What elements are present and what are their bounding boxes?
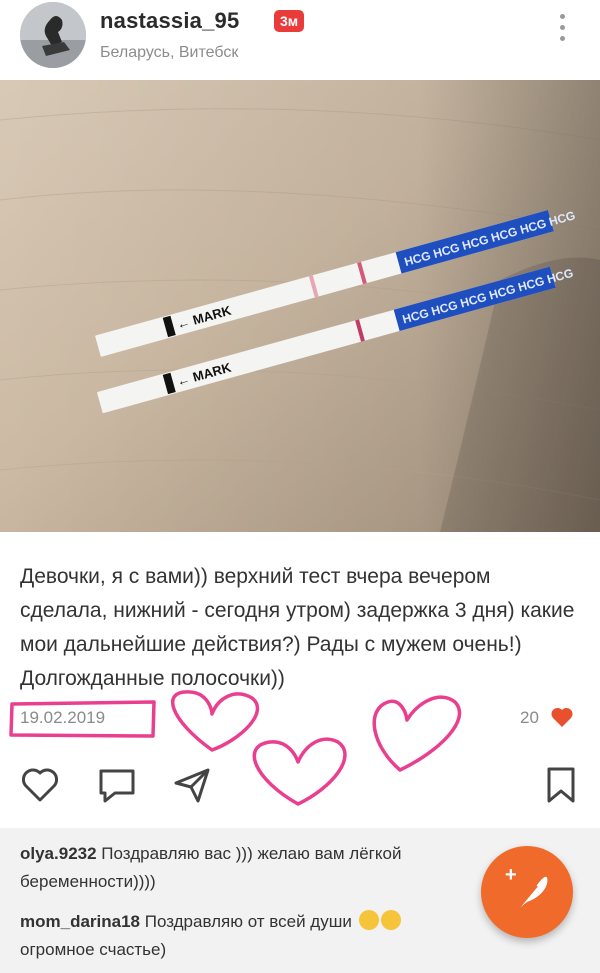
feather-pen-icon: [516, 876, 548, 911]
post-header: nastassia_95 3м Беларусь, Витебск: [0, 0, 600, 80]
comment-author[interactable]: mom_darina18: [20, 912, 140, 931]
bookmark-icon[interactable]: [541, 765, 581, 805]
location[interactable]: Беларусь, Витебск: [100, 44, 238, 62]
heart-filled-icon[interactable]: [550, 706, 574, 728]
heart-eyes-emoji-icon: [358, 910, 379, 930]
speech-bubble-icon[interactable]: [97, 765, 137, 805]
comment-text-continued: беременности)))): [20, 872, 156, 891]
post-photo[interactable]: ← MARK HCG HCG HCG HCG HCG HCG ← MARK HC…: [0, 80, 600, 532]
paper-plane-icon[interactable]: [172, 765, 212, 805]
heart-outline-icon[interactable]: [20, 765, 60, 805]
comment-text: Поздравляю вас ))) желаю вам лёгкой: [96, 844, 402, 863]
post-action-bar: [0, 765, 600, 815]
post-caption: Девочки, я с вами)) верхний тест вчера в…: [20, 565, 575, 690]
new-comment-button[interactable]: +: [481, 846, 573, 938]
username[interactable]: nastassia_95: [100, 8, 239, 34]
more-vertical-icon[interactable]: [552, 14, 572, 54]
time-badge: 3м: [274, 10, 305, 32]
comment-author[interactable]: olya.9232: [20, 844, 97, 863]
post-date: 19.02.2019: [20, 708, 106, 727]
comment-text-continued: огромное счастье): [20, 940, 167, 959]
avatar[interactable]: [20, 2, 86, 68]
comment-text: Поздравляю от всей души: [140, 912, 357, 931]
likes-count[interactable]: 20: [520, 708, 539, 728]
smiling-face-emoji-icon: [380, 910, 401, 930]
